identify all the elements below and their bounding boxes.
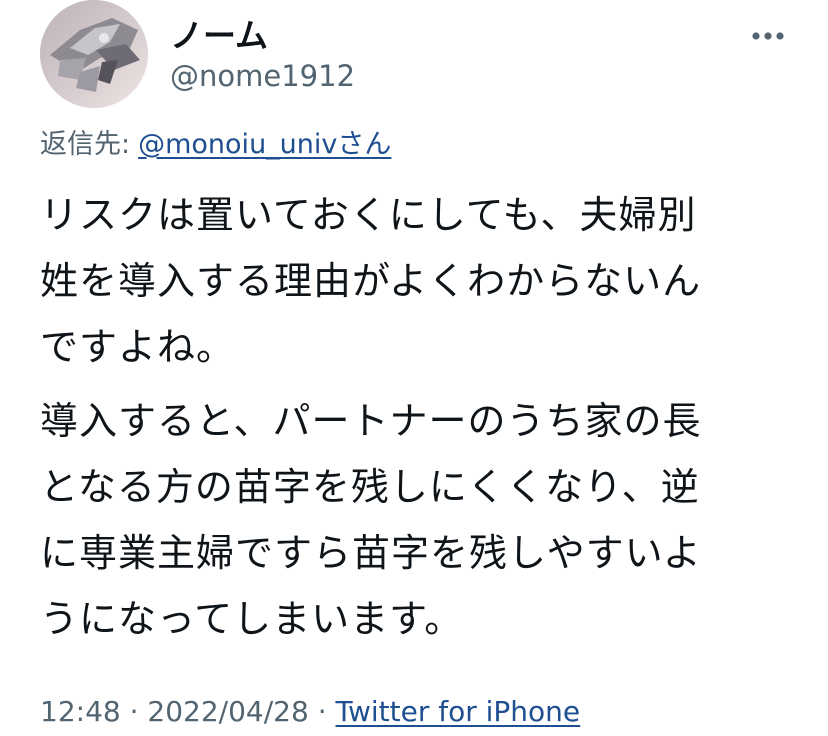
- more-options-button[interactable]: [748, 22, 788, 50]
- robot-mecha-avatar-icon: [40, 0, 148, 108]
- tweet-line: となる方の苗字を残しにくくなり、逆: [40, 465, 700, 509]
- tweet-meta: 12:48 · 2022/04/28 · Twitter for iPhone: [40, 694, 580, 730]
- tweet-text: リスクは置いておくにしても、夫婦別 姓を導入する理由がよくわからないん ですよね…: [40, 182, 800, 641]
- tweet-time[interactable]: 12:48: [40, 695, 121, 728]
- more-horizontal-icon: [752, 32, 784, 40]
- tweet-line: に専業主婦ですら苗字を残しやすいよ: [40, 531, 702, 575]
- tweet-source-link[interactable]: Twitter for iPhone: [336, 695, 581, 728]
- reply-prefix: 返信先:: [40, 129, 131, 160]
- tweet-line: リスクは置いておくにしても、夫婦別: [40, 193, 697, 237]
- tweet-line: うになってしまいます。: [40, 597, 464, 641]
- meta-separator: ·: [120, 695, 148, 728]
- tweet-line: 姓を導入する理由がよくわからないん: [40, 259, 702, 303]
- meta-separator: ·: [308, 695, 336, 728]
- tweet-line: 導入すると、パートナーのうち家の長: [40, 399, 702, 443]
- reply-context: 返信先: @monoiu_univさん: [40, 128, 391, 162]
- tweet-line: ですよね。: [40, 325, 236, 369]
- tweet-paragraph: リスクは置いておくにしても、夫婦別 姓を導入する理由がよくわからないん ですよね…: [40, 182, 800, 380]
- user-handle[interactable]: @nome1912: [170, 58, 355, 94]
- reply-mention-link[interactable]: @monoiu_univ: [138, 129, 337, 160]
- reply-suffix: さん: [337, 129, 392, 160]
- tweet-date[interactable]: 2022/04/28: [147, 695, 308, 728]
- avatar[interactable]: [40, 0, 148, 108]
- tweet-paragraph: 導入すると、パートナーのうち家の長 となる方の苗字を残しにくくなり、逆 に専業主…: [40, 388, 800, 652]
- display-name[interactable]: ノーム: [170, 16, 268, 56]
